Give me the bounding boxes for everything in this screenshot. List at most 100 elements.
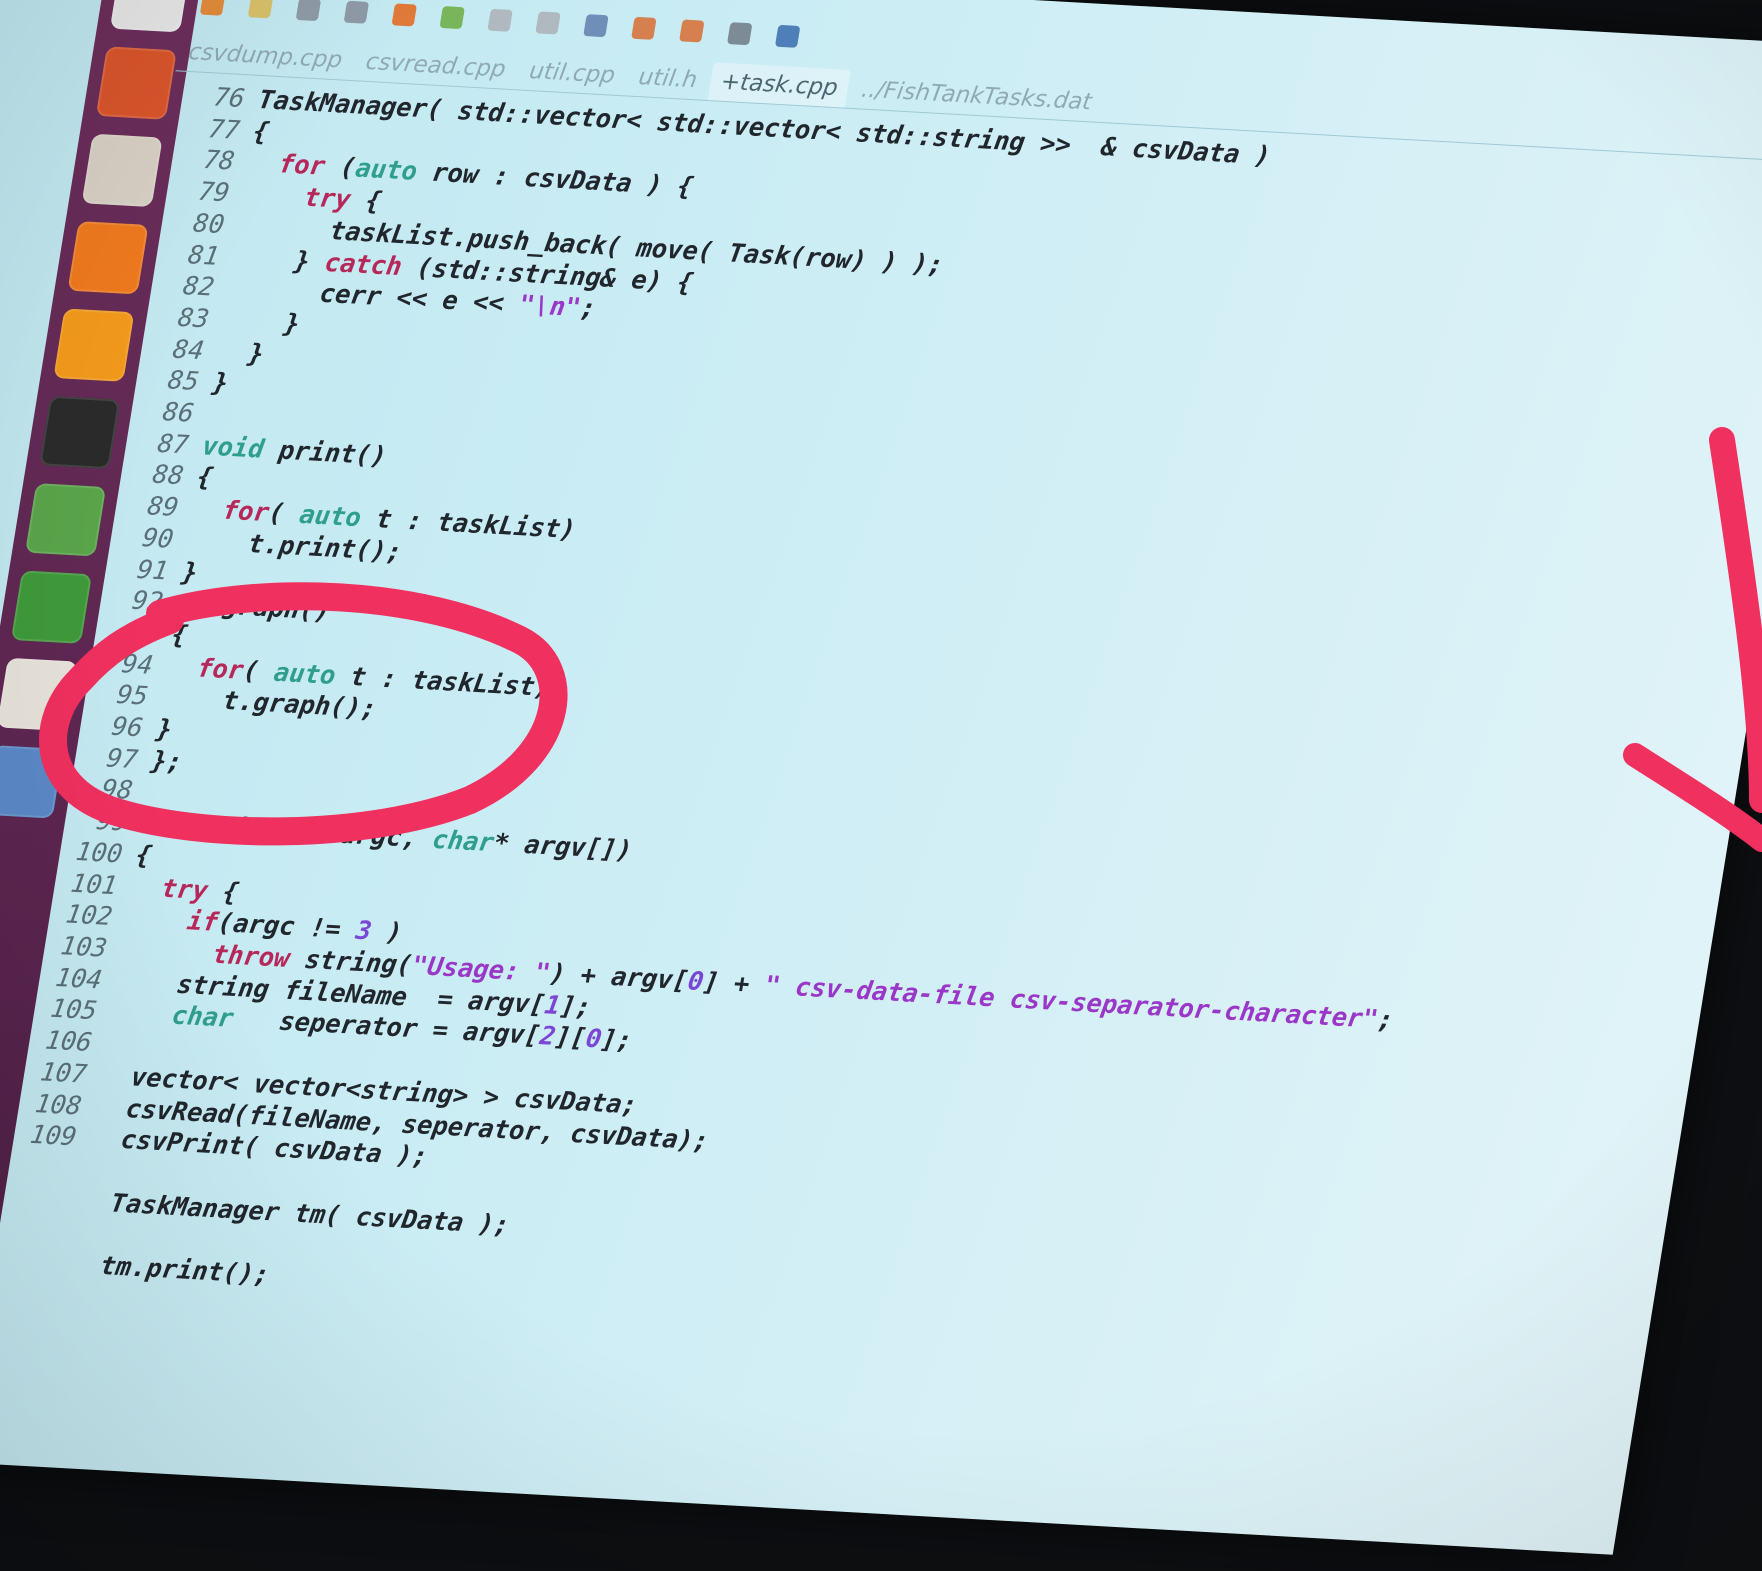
line-number: 97 xyxy=(104,743,140,775)
settings-icon[interactable] xyxy=(95,46,177,120)
code-token: } xyxy=(230,242,328,278)
line-number xyxy=(2,1237,60,1240)
code-token: argc, xyxy=(322,819,435,855)
line-number xyxy=(12,1174,70,1177)
code-token: ) xyxy=(368,916,405,949)
code-token: }; xyxy=(149,745,185,778)
code-token: auto xyxy=(271,657,338,691)
save-icon[interactable] xyxy=(295,0,322,22)
tab-util-h[interactable]: util.h xyxy=(626,58,710,100)
line-number: 90 xyxy=(140,523,176,555)
line-number: 81 xyxy=(185,239,222,272)
files-icon[interactable] xyxy=(81,133,163,208)
forward-icon[interactable] xyxy=(679,19,705,43)
line-number: 92 xyxy=(129,586,166,618)
tab-util-cpp[interactable]: util.cpp xyxy=(516,52,627,96)
firefox-icon[interactable] xyxy=(67,221,149,295)
code-token: try xyxy=(302,182,353,216)
run-icon[interactable] xyxy=(726,22,753,46)
code-token: } xyxy=(210,368,231,399)
code-token: ( xyxy=(266,498,302,530)
code-token: } xyxy=(179,557,200,588)
code-token: ]; xyxy=(598,1025,635,1057)
line-number: 89 xyxy=(145,491,181,524)
line-number: 100 xyxy=(73,836,125,870)
code-token: } xyxy=(215,336,267,370)
line-number xyxy=(0,1268,55,1271)
code-token: { xyxy=(169,619,190,651)
code-token: } xyxy=(154,714,175,746)
code-token: ( xyxy=(322,152,359,184)
code-token: int xyxy=(276,816,328,849)
code-token: ; xyxy=(1375,1004,1396,1036)
line-number: 83 xyxy=(175,302,212,335)
redo-icon[interactable] xyxy=(439,6,465,30)
line-number: 80 xyxy=(191,208,227,240)
code-token: string( xyxy=(287,944,415,981)
tab-csvread-cpp[interactable]: csvread.cpp xyxy=(353,42,519,89)
code-token: void xyxy=(200,431,267,465)
cut-icon[interactable] xyxy=(487,8,513,32)
line-number: 106 xyxy=(43,1025,95,1059)
code-token: ][ xyxy=(552,1022,589,1054)
photo-scene: csvdump.cpp csvread.cpp util.cpp util.h +tas… xyxy=(0,0,1762,1571)
tab-task-cpp[interactable]: +task.cpp xyxy=(707,62,851,108)
document-icon[interactable] xyxy=(0,745,64,819)
code-token: ]; xyxy=(557,990,594,1023)
terminal-icon[interactable] xyxy=(39,395,121,470)
line-number: 93 xyxy=(124,617,161,649)
code-token: { xyxy=(348,185,384,217)
code-token: { xyxy=(133,840,154,871)
code-editor[interactable]: 76 TaskManager( std::vector< std::vector<… xyxy=(0,81,1687,1361)
code-token: ] + xyxy=(701,967,768,1001)
copy-icon[interactable] xyxy=(535,11,561,35)
tab-csvdump-cpp[interactable]: csvdump.cpp xyxy=(176,33,355,80)
undo-icon[interactable] xyxy=(391,3,418,27)
tab-fishtanktasks-dat[interactable]: ../FishTankTasks.dat xyxy=(849,70,1105,122)
print-icon[interactable] xyxy=(343,0,370,24)
code-token: * argv[]) xyxy=(491,828,635,866)
back-icon[interactable] xyxy=(631,16,657,40)
code-token: char xyxy=(430,825,497,859)
code-token: "\n" xyxy=(516,290,583,324)
code-token: for xyxy=(195,653,246,686)
find-icon[interactable] xyxy=(583,14,609,38)
spreadsheet-icon[interactable] xyxy=(25,483,107,557)
line-number: 107 xyxy=(38,1057,89,1090)
vim-icon[interactable] xyxy=(10,570,92,644)
projected-screen: csvdump.cpp csvread.cpp util.cpp util.h +tas… xyxy=(0,0,1762,1555)
line-number: 77 xyxy=(206,113,242,146)
open-icon[interactable] xyxy=(247,0,274,19)
code-token: try xyxy=(159,873,211,906)
code-token: } xyxy=(220,305,302,340)
line-number: 91 xyxy=(134,554,171,587)
line-number: 103 xyxy=(58,931,110,964)
line-number: 78 xyxy=(201,145,237,177)
code-token: for xyxy=(276,149,328,183)
line-number: 86 xyxy=(160,397,196,429)
code-token: auto xyxy=(353,153,420,188)
line-number: 95 xyxy=(114,680,151,712)
line-number: 88 xyxy=(150,460,186,492)
line-number: 87 xyxy=(155,428,191,461)
code-token: auto xyxy=(297,500,364,534)
new-icon[interactable] xyxy=(199,0,226,16)
code-token: print() xyxy=(261,434,389,472)
code-token: { xyxy=(205,876,241,908)
vlc-icon[interactable] xyxy=(53,308,135,382)
code-token: ( xyxy=(241,655,277,688)
code-token: { xyxy=(194,462,216,494)
presentation-icon[interactable] xyxy=(0,657,78,732)
line-number: 108 xyxy=(33,1088,84,1121)
build-icon[interactable] xyxy=(774,24,801,48)
line-number: 85 xyxy=(165,365,202,398)
